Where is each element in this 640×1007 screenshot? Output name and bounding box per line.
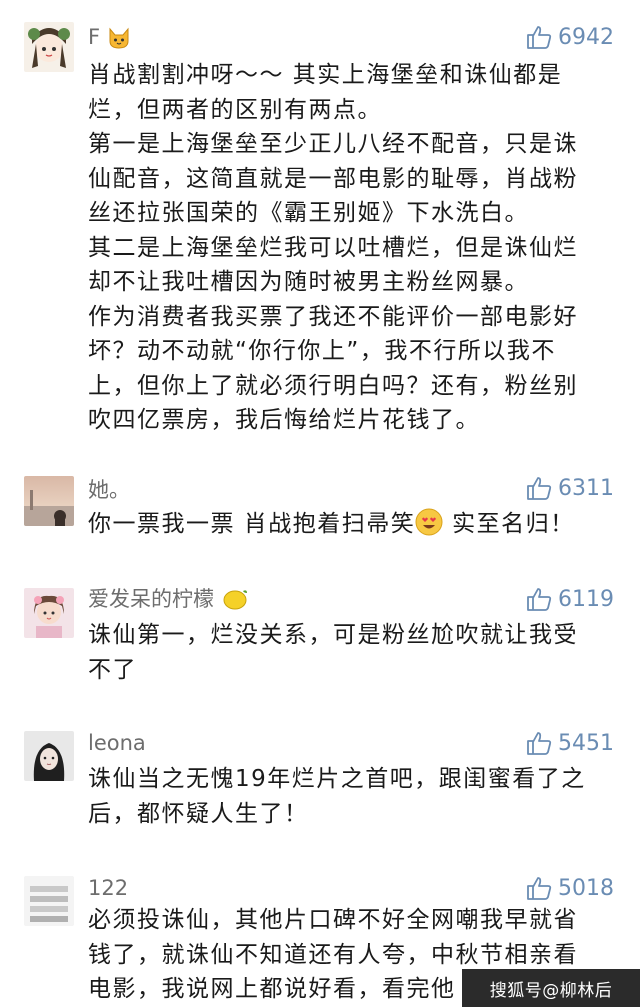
username[interactable]: leona: [88, 731, 146, 755]
like-button[interactable]: 6311: [526, 475, 614, 501]
lemon-emoji: [221, 587, 249, 616]
username[interactable]: 她。: [88, 478, 130, 502]
username[interactable]: 122: [88, 876, 128, 900]
like-count: 6311: [558, 475, 614, 501]
avatar[interactable]: [24, 588, 74, 638]
like-button[interactable]: 5018: [526, 875, 614, 901]
watermark: 搜狐号@柳林后: [462, 969, 640, 1007]
thumbs-up-icon: [527, 477, 552, 500]
comment-item: leona 5451 诛仙当之无愧19年烂片之首吧，跟闺蜜看了之 后，都怀疑人生…: [0, 725, 640, 870]
comment-item: 爱发呆的柠檬 6119 诛仙第一，烂没关系，可是粉丝尬吹就让我受 不了: [0, 580, 640, 725]
comment-text: 诛仙当之无愧19年烂片之首吧，跟闺蜜看了之 后，都怀疑人生了！: [88, 766, 586, 827]
like-count: 5451: [558, 730, 614, 756]
like-button[interactable]: 6942: [526, 24, 614, 50]
thumbs-up-icon: [527, 588, 552, 611]
cat-face-emoji: [107, 27, 131, 54]
thumbs-up-icon: [527, 732, 552, 755]
comment-text: 你一票我一票 肖战抱着扫帚笑 实至名归！: [88, 507, 618, 547]
like-button[interactable]: 6119: [526, 586, 614, 612]
comment-item: 她。 6311 你一票我一票 肖战抱着扫帚笑 实至名归！: [0, 460, 640, 580]
like-count: 6119: [558, 586, 614, 612]
comment-text: 肖战割割冲呀～～ 其实上海堡垒和诛仙都是 烂，但两者的区别有两点。 第一是上海堡…: [88, 62, 578, 433]
comment-item: F 6942 肖战割割冲呀～～ 其实上海堡垒和诛仙都是 烂，但两者的区别有两点。…: [0, 0, 640, 460]
thumbs-up-icon: [527, 877, 552, 900]
like-button[interactable]: 5451: [526, 730, 614, 756]
thumbs-up-icon: [527, 26, 552, 49]
like-count: 5018: [558, 875, 614, 901]
comment-text: 诛仙第一，烂没关系，可是粉丝尬吹就让我受 不了: [88, 622, 578, 683]
avatar[interactable]: [24, 876, 74, 926]
like-count: 6942: [558, 24, 614, 50]
username[interactable]: 爱发呆的柠檬: [88, 587, 249, 616]
avatar[interactable]: [24, 731, 74, 781]
avatar[interactable]: [24, 22, 74, 72]
avatar[interactable]: [24, 476, 74, 526]
username[interactable]: F: [88, 25, 131, 54]
heart-eyes-emoji: [415, 508, 443, 547]
